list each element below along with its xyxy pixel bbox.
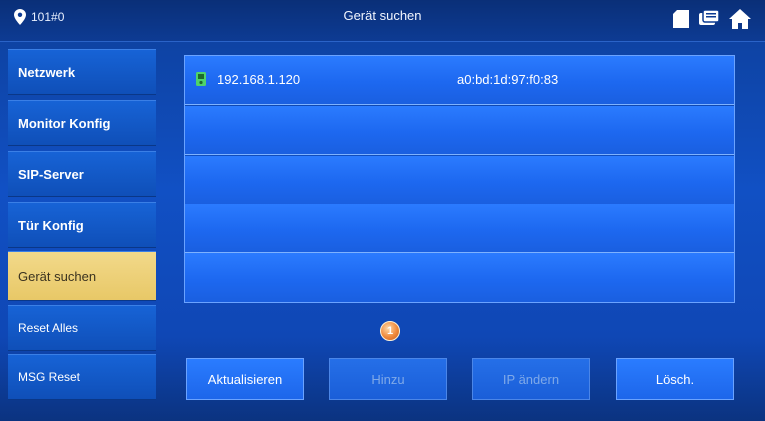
refresh-button[interactable]: Aktualisieren <box>186 358 304 400</box>
sidebar-item-monitor-konfig[interactable]: Monitor Konfig <box>8 100 156 146</box>
list-item[interactable] <box>185 106 734 155</box>
sidebar-item-label: Gerät suchen <box>18 268 97 284</box>
screen: 101#0 Gerät suchen Netzwerk Monitor Konf… <box>0 0 765 421</box>
sidebar-item-label: SIP-Server <box>18 166 84 182</box>
sidebar-item-label: Tür Konfig <box>18 217 84 233</box>
sidebar-item-netzwerk[interactable]: Netzwerk <box>8 49 156 95</box>
list-item[interactable] <box>185 204 734 253</box>
sidebar-item-label: Reset Alles <box>18 321 79 335</box>
page-indicator[interactable]: 1 <box>380 321 400 341</box>
sd-card-icon[interactable] <box>673 10 689 28</box>
delete-button[interactable]: Lösch. <box>616 358 734 400</box>
sidebar-item-label: Netzwerk <box>18 64 76 80</box>
device-mac: a0:bd:1d:97:f0:83 <box>457 72 559 87</box>
sidebar-item-sip-server[interactable]: SIP-Server <box>8 151 156 197</box>
device-list: 192.168.1.120 a0:bd:1d:97:f0:83 <box>184 55 735 303</box>
sidebar-item-reset-alles[interactable]: Reset Alles <box>8 305 156 351</box>
sidebar-item-label: Monitor Konfig <box>18 115 111 131</box>
device-icon <box>196 72 206 86</box>
top-icons <box>673 9 751 29</box>
list-item[interactable] <box>185 156 734 205</box>
device-ip: 192.168.1.120 <box>217 72 301 87</box>
top-bar: 101#0 Gerät suchen <box>0 0 765 42</box>
list-item[interactable] <box>185 253 734 302</box>
sidebar-item-geraet-suchen[interactable]: Gerät suchen <box>8 251 156 301</box>
sidebar: Netzwerk Monitor Konfig SIP-Server Tür K… <box>0 43 158 421</box>
home-icon[interactable] <box>729 9 751 29</box>
page-title: Gerät suchen <box>343 8 422 23</box>
list-item[interactable]: 192.168.1.120 a0:bd:1d:97:f0:83 <box>185 56 734 105</box>
change-ip-button[interactable]: IP ändern <box>472 358 590 400</box>
monitor-icon[interactable] <box>699 10 719 28</box>
sidebar-item-msg-reset[interactable]: MSG Reset <box>8 354 156 400</box>
sidebar-item-tuer-konfig[interactable]: Tür Konfig <box>8 202 156 248</box>
sidebar-item-label: MSG Reset <box>18 370 81 384</box>
add-button[interactable]: Hinzu <box>329 358 447 400</box>
